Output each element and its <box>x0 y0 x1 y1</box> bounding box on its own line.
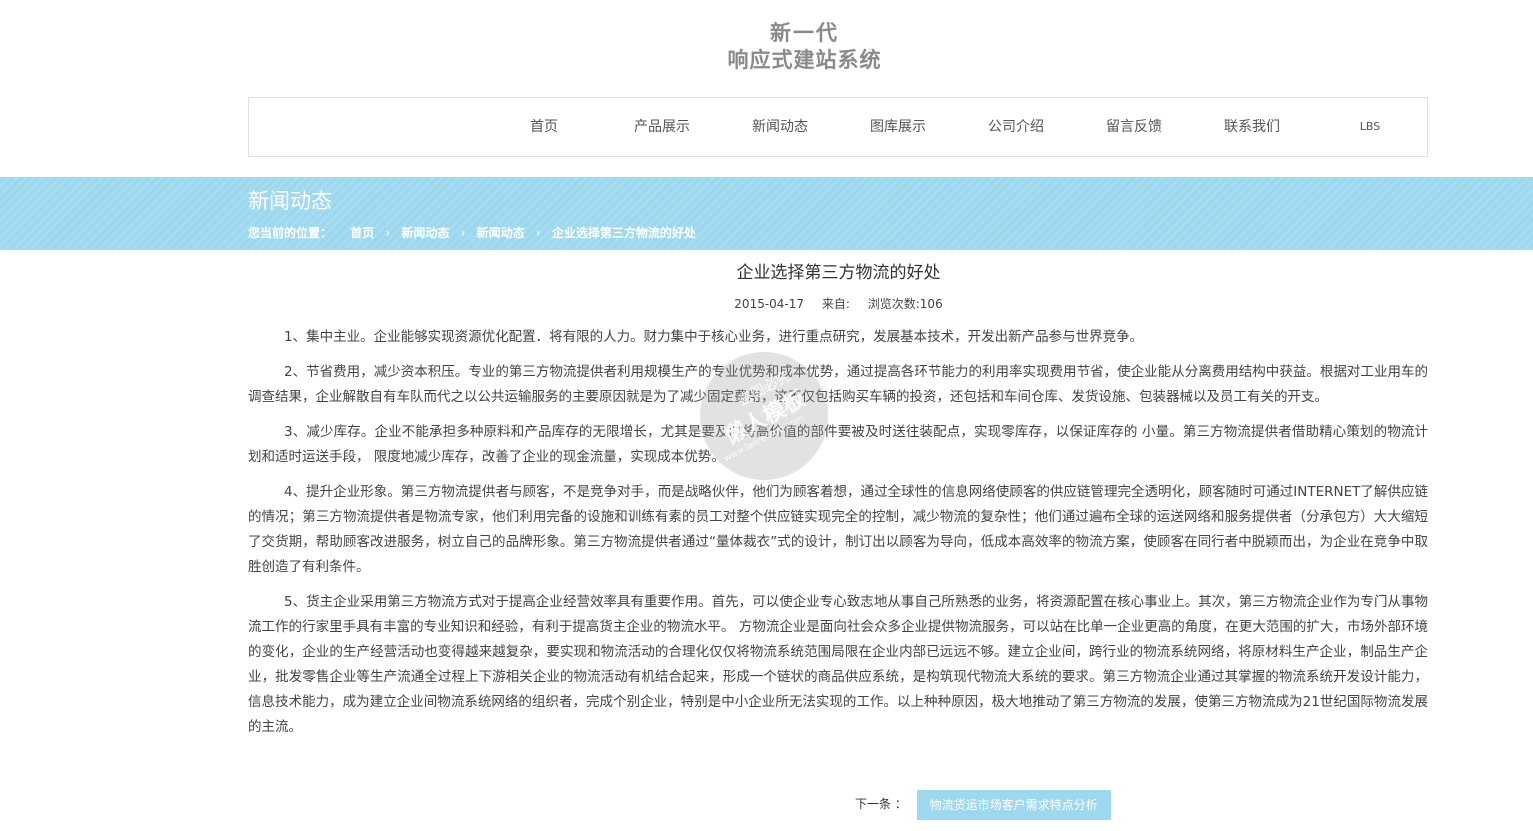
banner-title: 新闻动态 <box>248 189 332 213</box>
logo-line-2: 响应式建站系统 <box>727 48 882 72</box>
breadcrumb-separator-icon: › <box>385 226 391 240</box>
article-meta: 2015-04-17 来自: 浏览次数:106 <box>0 295 1533 313</box>
article-source-label: 来自: <box>821 297 850 311</box>
breadcrumb-separator-icon: › <box>460 226 466 240</box>
next-article-link[interactable]: 物流货运市场客户需求特点分析 <box>916 790 1111 820</box>
next-article-label: 下一条 ： <box>855 797 907 811</box>
article-paragraph: 4、提升企业形象。第三方物流提供者与顾客，不是竞争对手，而是战略伙伴，他们为顾客… <box>248 484 1428 575</box>
nav-item-products[interactable]: 产品展示 <box>603 98 721 156</box>
article-paragraph: 1、集中主业。企业能够实现资源优化配置．将有限的人力。财力集中于核心业务，进行重… <box>284 329 1144 345</box>
nav-item-feedback[interactable]: 留言反馈 <box>1075 98 1193 156</box>
nav-item-gallery[interactable]: 图库展示 <box>839 98 957 156</box>
nav-item-home[interactable]: 首页 <box>485 98 603 156</box>
article-date: 2015-04-17 <box>734 297 805 311</box>
next-article-pager: 下一条 ： 物流货运市场客户需求特点分析 <box>855 790 1111 820</box>
article-views: 浏览次数:106 <box>867 297 943 311</box>
breadcrumb-lead: 您当前的位置： <box>248 226 333 240</box>
breadcrumb-item-current[interactable]: 企业选择第三方物流的好处 <box>552 224 696 242</box>
article-paragraph: 5、货主企业采用第三方物流方式对于提高企业经营效率具有重要作用。首先，可以使企业… <box>248 594 1428 735</box>
article-title: 企业选择第三方物流的好处 <box>736 263 941 283</box>
page-banner: 新闻动态 您当前的位置： 首页 › 新闻动态 › 新闻动态 › 企业选择第三方物… <box>0 177 1533 250</box>
logo-line-1: 新一代 <box>770 21 839 45</box>
nav-item-about[interactable]: 公司介绍 <box>957 98 1075 156</box>
article-paragraph: 2、节省费用，减少资本积压。专业的第三方物流提供者利用规模生产的专业优势和成本优… <box>248 364 1428 405</box>
nav-item-contact[interactable]: 联系我们 <box>1193 98 1311 156</box>
main-nav: 首页 产品展示 新闻动态 图库展示 公司介绍 留言反馈 联系我们 LBS <box>248 97 1428 157</box>
breadcrumb: 您当前的位置： 首页 › 新闻动态 › 新闻动态 › 企业选择第三方物流的好处 <box>248 224 696 242</box>
article-paragraph: 3、减少库存。企业不能承担多种原料和产品库存的无限增长，尤其是要及时将高价值的部… <box>248 424 1428 465</box>
watermark-badge: 盗图必究 懒人模板 www.lanrenmb.com <box>700 352 828 480</box>
nav-item-news[interactable]: 新闻动态 <box>721 98 839 156</box>
breadcrumb-item-home[interactable]: 首页 <box>350 224 374 242</box>
article-body: 1、集中主业。企业能够实现资源优化配置．将有限的人力。财力集中于核心业务，进行重… <box>248 325 1428 750</box>
nav-item-lbs[interactable]: LBS <box>1311 98 1429 156</box>
site-logo[interactable]: 新一代 响应式建站系统 <box>0 20 1533 74</box>
breadcrumb-item-news[interactable]: 新闻动态 <box>401 224 449 242</box>
breadcrumb-separator-icon: › <box>535 226 541 240</box>
breadcrumb-item-news-sub[interactable]: 新闻动态 <box>477 224 525 242</box>
